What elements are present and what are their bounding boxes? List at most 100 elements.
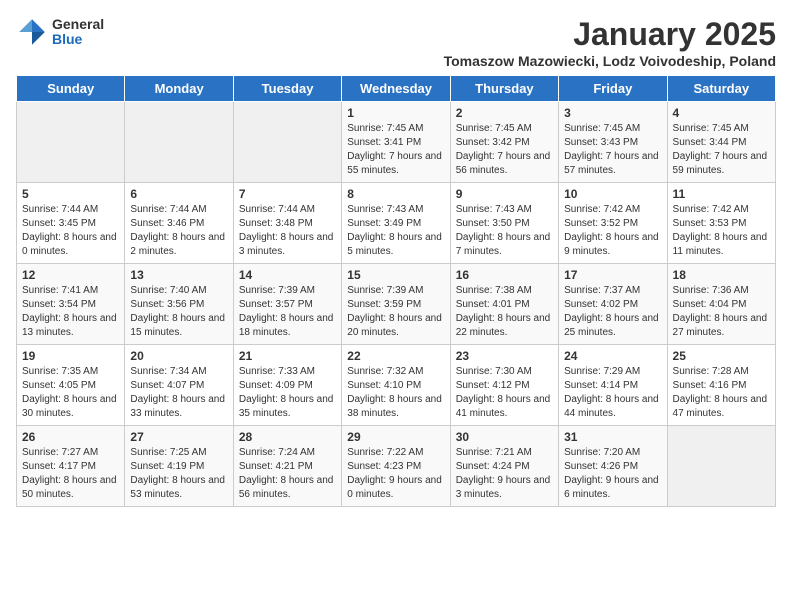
daylight: Daylight: 8 hours and 35 minutes. [239,394,334,419]
calendar-cell: 10Sunrise: 7:42 AMSunset: 3:52 PMDayligh… [559,183,667,264]
sunset: Sunset: 4:14 PM [564,380,638,391]
day-number: 12 [22,268,119,282]
calendar-cell: 2 Sunrise: 7:45 AM Sunset: 3:42 PM Daylight… [450,102,558,183]
daylight: Daylight: 8 hours and 50 minutes. [22,475,117,500]
sunrise: Sunrise: 7:32 AM [347,366,423,377]
day-info: Sunrise: 7:20 AM Sunset: 4:26 PM Daylight:… [564,446,661,502]
calendar-cell: 30Sunrise: 7:21 AMSunset: 4:24 PMDayligh… [450,426,558,507]
calendar-cell: 27 Sunrise: 7:25 AM Sunset: 4:19 PM Dayligh… [125,426,233,507]
day-number: 23 [456,349,553,363]
sunset: Sunset: 4:26 PM [564,461,638,472]
sunrise: Sunrise: 7:43 AM [456,204,532,215]
sunrise: Sunrise: 7:38 AM [456,285,532,296]
day-info: Sunrise: 7:42 AMSunset: 3:52 PMDaylight:… [564,203,661,259]
daylight: Daylight: 8 hours and 15 minutes. [130,313,225,338]
daylight: Daylight: 8 hours and 5 minutes. [347,232,442,257]
day-info: Sunrise: 7:21 AMSunset: 4:24 PMDaylight:… [456,446,553,502]
daylight: Daylight: 8 hours and 33 minutes. [130,394,225,419]
day-number: 16 [456,268,553,282]
sunrise: Sunrise: 7:44 AM [22,204,98,215]
calendar-cell: 19Sunrise: 7:35 AMSunset: 4:05 PMDayligh… [17,345,125,426]
day-number: 18 [673,268,770,282]
daylight: Daylight: 8 hours and 18 minutes. [239,313,334,338]
sunrise: Sunrise: 7:28 AM [673,366,749,377]
day-number: 31 [564,430,661,444]
sunset: Sunset: 4:12 PM [456,380,530,391]
sunset: Sunset: 3:49 PM [347,218,421,229]
sunset: Sunset: 3:41 PM [347,137,421,148]
sunset: Sunset: 4:02 PM [564,299,638,310]
calendar-cell: 18Sunrise: 7:36 AMSunset: 4:04 PMDayligh… [667,264,775,345]
sunrise: Sunrise: 7:45 AM [347,123,423,134]
day-info: Sunrise: 7:30 AMSunset: 4:12 PMDaylight:… [456,365,553,421]
day-number: 5 [22,187,119,201]
day-info: Sunrise: 7:37 AMSunset: 4:02 PMDaylight:… [564,284,661,340]
sunrise: Sunrise: 7:45 AM [456,123,532,134]
day-info: Sunrise: 7:27 AMSunset: 4:17 PMDaylight:… [22,446,119,502]
daylight: Daylight: 8 hours and 0 minutes. [22,232,117,257]
day-number: 2 [456,106,553,120]
calendar-cell: 14Sunrise: 7:39 AMSunset: 3:57 PMDayligh… [233,264,341,345]
day-number: 25 [673,349,770,363]
sunrise: Sunrise: 7:30 AM [456,366,532,377]
calendar-cell: 16Sunrise: 7:38 AMSunset: 4:01 PMDayligh… [450,264,558,345]
logo: General Blue [16,16,104,48]
calendar-cell: 1Sunrise: 7:45 AMSunset: 3:41 PMDaylight… [342,102,450,183]
location-subtitle: Tomaszow Mazowiecki, Lodz Voivodeship, P… [444,53,776,69]
calendar-cell: 20Sunrise: 7:34 AMSunset: 4:07 PMDayligh… [125,345,233,426]
daylight: Daylight: 8 hours and 44 minutes. [564,394,659,419]
weekday-header-tuesday: Tuesday [233,76,341,102]
calendar-week-1: 1Sunrise: 7:45 AMSunset: 3:41 PMDaylight… [17,102,776,183]
sunrise: Sunrise: 7:41 AM [22,285,98,296]
sunset: Sunset: 3:42 PM [456,137,530,148]
sunset: Sunset: 4:21 PM [239,461,313,472]
weekday-header-sunday: Sunday [17,76,125,102]
day-info: Sunrise: 7:24 AMSunset: 4:21 PMDaylight:… [239,446,336,502]
weekday-header-monday: Monday [125,76,233,102]
logo-text: General Blue [52,17,104,48]
calendar-week-3: 12Sunrise: 7:41 AMSunset: 3:54 PMDayligh… [17,264,776,345]
day-number: 7 [239,187,336,201]
sunrise: Sunrise: 7:29 AM [564,366,640,377]
sunset: Sunset: 4:19 PM [130,461,204,472]
daylight: Daylight: 8 hours and 53 minutes. [130,475,225,500]
day-info: Sunrise: 7:40 AMSunset: 3:56 PMDaylight:… [130,284,227,340]
sunrise: Sunrise: 7:25 AM [130,447,206,458]
day-info: Sunrise: 7:45 AMSunset: 3:43 PMDaylight:… [564,122,661,178]
daylight: Daylight: 8 hours and 38 minutes. [347,394,442,419]
calendar-cell: 31 Sunrise: 7:20 AM Sunset: 4:26 PM Dayligh… [559,426,667,507]
calendar-cell: 9Sunrise: 7:43 AMSunset: 3:50 PMDaylight… [450,183,558,264]
day-number: 30 [456,430,553,444]
calendar-cell: 3Sunrise: 7:45 AMSunset: 3:43 PMDaylight… [559,102,667,183]
daylight: Daylight: 8 hours and 27 minutes. [673,313,768,338]
daylight: Daylight: 8 hours and 2 minutes. [130,232,225,257]
day-info: Sunrise: 7:39 AMSunset: 3:57 PMDaylight:… [239,284,336,340]
logo-general: General [52,17,104,32]
sunset: Sunset: 3:45 PM [22,218,96,229]
day-number: 9 [456,187,553,201]
sunrise: Sunrise: 7:37 AM [564,285,640,296]
day-number: 28 [239,430,336,444]
daylight: Daylight: 8 hours and 20 minutes. [347,313,442,338]
day-number: 27 [130,430,227,444]
daylight: Daylight: 8 hours and 9 minutes. [564,232,659,257]
sunrise: Sunrise: 7:45 AM [673,123,749,134]
sunset: Sunset: 3:52 PM [564,218,638,229]
sunrise: Sunrise: 7:34 AM [130,366,206,377]
sunset: Sunset: 3:46 PM [130,218,204,229]
daylight: Daylight: 9 hours and 6 minutes. [564,475,659,500]
day-number: 26 [22,430,119,444]
sunset: Sunset: 3:50 PM [456,218,530,229]
calendar-cell: 6Sunrise: 7:44 AMSunset: 3:46 PMDaylight… [125,183,233,264]
sunrise: Sunrise: 7:20 AM [564,447,640,458]
sunrise: Sunrise: 7:21 AM [456,447,532,458]
sunrise: Sunrise: 7:40 AM [130,285,206,296]
day-number: 4 [673,106,770,120]
sunset: Sunset: 4:23 PM [347,461,421,472]
sunset: Sunset: 4:10 PM [347,380,421,391]
calendar-cell [17,102,125,183]
sunset: Sunset: 4:24 PM [456,461,530,472]
day-info: Sunrise: 7:32 AM Sunset: 4:10 PM Daylight:… [347,365,444,421]
calendar-cell: 15Sunrise: 7:39 AMSunset: 3:59 PMDayligh… [342,264,450,345]
daylight: Daylight: 7 hours and 56 minutes. [456,151,551,176]
